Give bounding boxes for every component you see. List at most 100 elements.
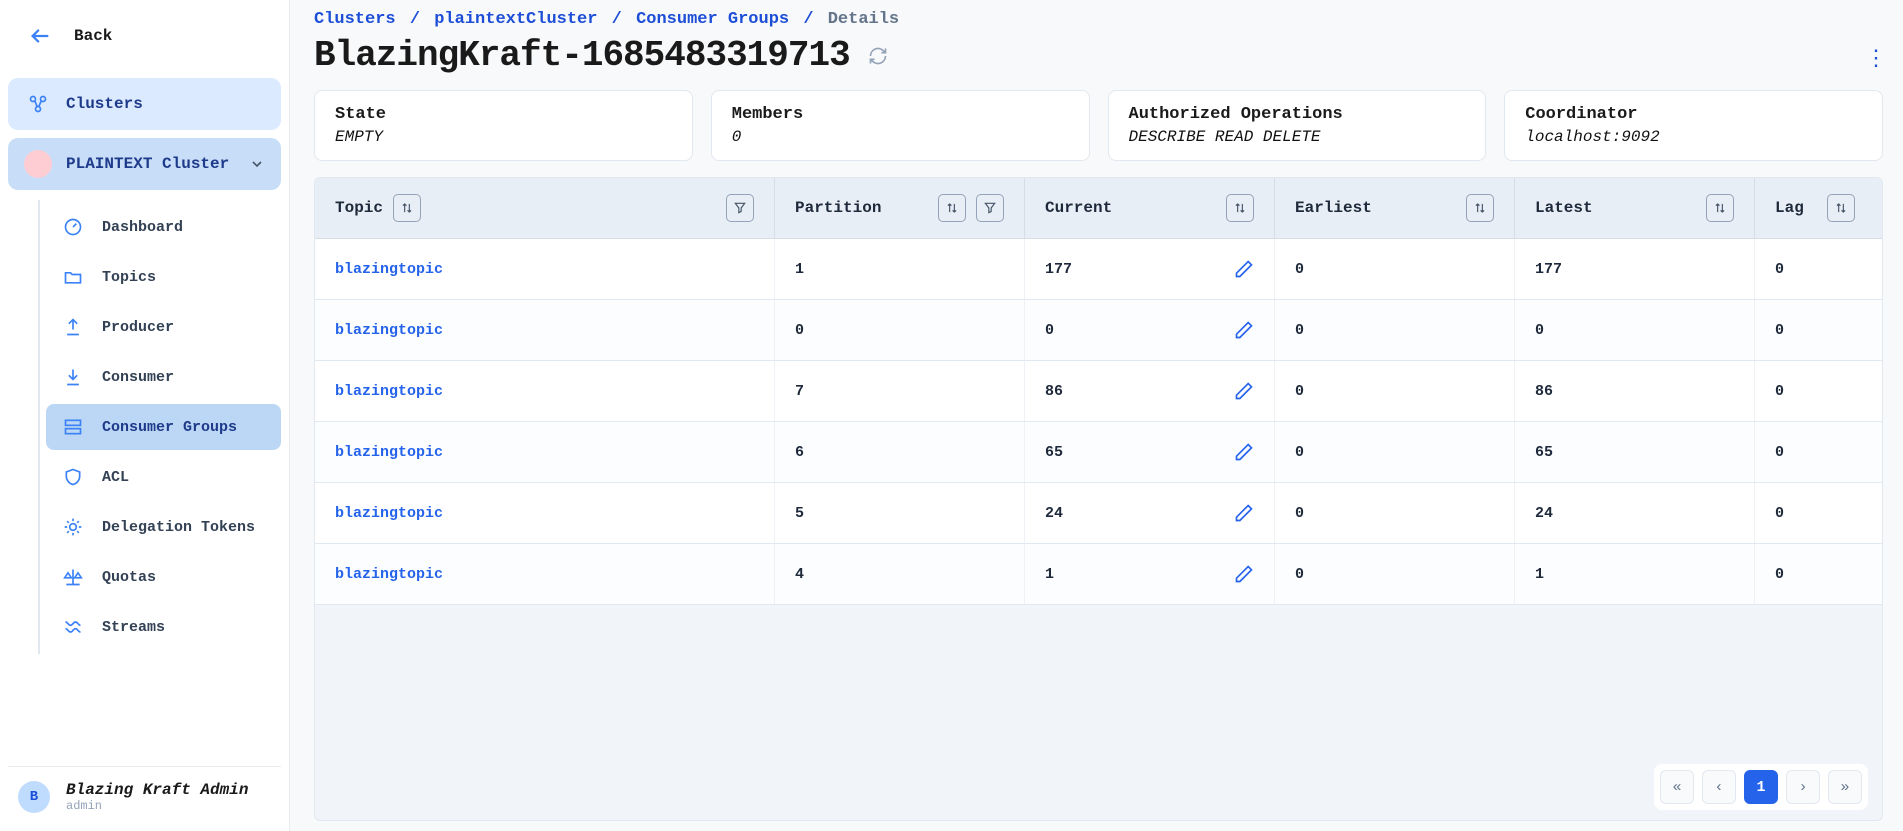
th-label: Latest <box>1535 199 1593 217</box>
sidebar-item-acl[interactable]: ACL <box>46 454 281 500</box>
kebab-menu[interactable]: ⋮ <box>1865 46 1885 72</box>
card-label: Members <box>732 105 1069 124</box>
edit-icon[interactable] <box>1234 503 1254 523</box>
th-latest: Latest <box>1515 178 1755 238</box>
cell-latest: 86 <box>1515 361 1755 421</box>
card-coordinator: Coordinator localhost:9092 <box>1504 90 1883 161</box>
edit-icon[interactable] <box>1234 381 1254 401</box>
edit-icon[interactable] <box>1234 442 1254 462</box>
page-next[interactable]: › <box>1786 770 1820 804</box>
card-value: EMPTY <box>335 128 672 146</box>
th-current: Current <box>1025 178 1275 238</box>
user-role: admin <box>66 799 248 813</box>
sidebar-item-label: Streams <box>102 619 165 636</box>
sidebar-clusters[interactable]: Clusters <box>8 78 281 130</box>
page-last[interactable]: » <box>1828 770 1862 804</box>
scale-icon <box>60 564 86 590</box>
card-label: State <box>335 105 672 124</box>
back-label: Back <box>74 27 112 45</box>
sort-icon[interactable] <box>1706 194 1734 222</box>
breadcrumb-groups[interactable]: Consumer Groups <box>636 10 789 29</box>
sort-icon[interactable] <box>938 194 966 222</box>
cell-earliest: 0 <box>1275 361 1515 421</box>
page-title: BlazingKraft-1685483319713 <box>314 35 850 76</box>
cell-lag: 0 <box>1755 422 1875 482</box>
sort-icon[interactable] <box>1226 194 1254 222</box>
cell-earliest: 0 <box>1275 300 1515 360</box>
summary-cards: State EMPTY Members 0 Authorized Operati… <box>314 90 1883 161</box>
cell-latest: 1 <box>1515 544 1755 604</box>
sort-icon[interactable] <box>1827 194 1855 222</box>
cell-topic[interactable]: blazingtopic <box>315 361 775 421</box>
sidebar-item-topics[interactable]: Topics <box>46 254 281 300</box>
cell-current: 65 <box>1025 422 1275 482</box>
table-row: blazingtopic00000 <box>315 300 1882 361</box>
card-authorized-operations: Authorized Operations DESCRIBE READ DELE… <box>1108 90 1487 161</box>
shield-icon <box>60 464 86 490</box>
avatar[interactable]: B <box>18 781 50 813</box>
sidebar-item-delegation-tokens[interactable]: Delegation Tokens <box>46 504 281 550</box>
sidebar-item-producer[interactable]: Producer <box>46 304 281 350</box>
table-row: blazingtopic5240240 <box>315 483 1882 544</box>
edit-icon[interactable] <box>1234 259 1254 279</box>
th-topic: Topic <box>315 178 775 238</box>
card-value: 0 <box>732 128 1069 146</box>
cell-lag: 0 <box>1755 544 1875 604</box>
page-current[interactable]: 1 <box>1744 770 1778 804</box>
sidebar-item-consumer[interactable]: Consumer <box>46 354 281 400</box>
cell-topic[interactable]: blazingtopic <box>315 544 775 604</box>
edit-icon[interactable] <box>1234 564 1254 584</box>
cell-topic[interactable]: blazingtopic <box>315 300 775 360</box>
cluster-color-dot <box>24 150 52 178</box>
breadcrumb-cluster[interactable]: plaintextCluster <box>434 10 597 29</box>
cell-partition: 1 <box>775 239 1025 299</box>
group-icon <box>60 414 86 440</box>
filter-icon[interactable] <box>976 194 1004 222</box>
sidebar-item-quotas[interactable]: Quotas <box>46 554 281 600</box>
sidebar-current-cluster[interactable]: PLAINTEXT Cluster <box>8 138 281 190</box>
sidebar-item-label: ACL <box>102 469 129 486</box>
breadcrumb-clusters[interactable]: Clusters <box>314 10 396 29</box>
cell-topic[interactable]: blazingtopic <box>315 422 775 482</box>
sidebar-item-dashboard[interactable]: Dashboard <box>46 204 281 250</box>
back-button[interactable]: Back <box>8 8 281 64</box>
sort-icon[interactable] <box>393 194 421 222</box>
cell-earliest: 0 <box>1275 544 1515 604</box>
table-row: blazingtopic6650650 <box>315 422 1882 483</box>
sidebar-item-label: Dashboard <box>102 219 183 236</box>
cell-lag: 0 <box>1755 239 1875 299</box>
cell-topic[interactable]: blazingtopic <box>315 483 775 543</box>
cell-earliest: 0 <box>1275 239 1515 299</box>
user-name: Blazing Kraft Admin <box>66 781 248 799</box>
breadcrumb-sep: / <box>612 10 622 29</box>
download-icon <box>60 364 86 390</box>
sidebar: Back Clusters PLAINTEXT Cluster Dashboar… <box>0 0 290 831</box>
page-prev[interactable]: ‹ <box>1702 770 1736 804</box>
pager: « ‹ 1 › » <box>1654 764 1868 810</box>
token-icon <box>60 514 86 540</box>
filter-icon[interactable] <box>726 194 754 222</box>
cell-partition: 7 <box>775 361 1025 421</box>
table-row: blazingtopic41010 <box>315 544 1882 605</box>
card-value: DESCRIBE READ DELETE <box>1129 128 1466 146</box>
th-label: Current <box>1045 199 1112 217</box>
cell-latest: 0 <box>1515 300 1755 360</box>
card-value: localhost:9092 <box>1525 128 1862 146</box>
cell-current: 86 <box>1025 361 1275 421</box>
cell-latest: 24 <box>1515 483 1755 543</box>
page-first[interactable]: « <box>1660 770 1694 804</box>
cell-latest: 177 <box>1515 239 1755 299</box>
sort-icon[interactable] <box>1466 194 1494 222</box>
cell-earliest: 0 <box>1275 483 1515 543</box>
cell-latest: 65 <box>1515 422 1755 482</box>
refresh-icon[interactable] <box>868 46 888 66</box>
edit-icon[interactable] <box>1234 320 1254 340</box>
table-header: Topic Partition Current Earl <box>315 178 1882 239</box>
cell-topic[interactable]: blazingtopic <box>315 239 775 299</box>
sidebar-item-streams[interactable]: Streams <box>46 604 281 650</box>
sidebar-item-label: Producer <box>102 319 174 336</box>
cell-partition: 0 <box>775 300 1025 360</box>
sidebar-item-consumer-groups[interactable]: Consumer Groups <box>46 404 281 450</box>
th-partition: Partition <box>775 178 1025 238</box>
th-label: Topic <box>335 199 383 217</box>
